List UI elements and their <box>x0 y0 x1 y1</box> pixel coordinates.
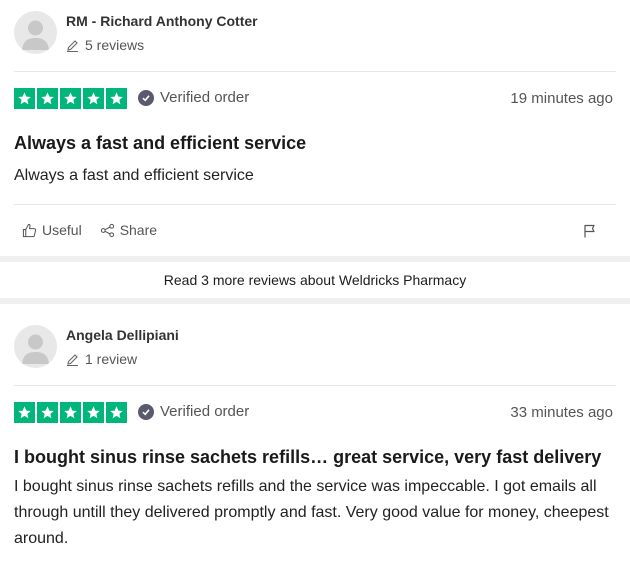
verified-badge[interactable]: Verified order <box>138 403 249 420</box>
useful-label: Useful <box>42 222 82 238</box>
star-rating <box>14 88 127 109</box>
star-icon <box>37 402 58 423</box>
check-icon <box>138 403 154 420</box>
review-title[interactable]: Always a fast and efficient service <box>14 133 616 154</box>
verified-badge[interactable]: Verified order <box>138 89 249 106</box>
check-icon <box>138 89 154 106</box>
verified-label: Verified order <box>160 403 250 420</box>
avatar-icon <box>22 20 49 50</box>
star-icon <box>106 402 127 423</box>
review-time: 19 minutes ago <box>510 90 613 107</box>
divider <box>14 385 616 386</box>
star-rating <box>14 402 127 423</box>
review-body: Always a fast and efficient service <box>14 167 254 184</box>
review-actions: Useful Share <box>22 222 157 238</box>
review-card: RM - Richard Anthony Cotter 5 reviews Ve… <box>0 0 630 256</box>
star-icon <box>60 402 81 423</box>
share-label: Share <box>119 222 158 238</box>
review-time: 33 minutes ago <box>510 404 613 421</box>
review-title[interactable]: I bought sinus rinse sachets refills… gr… <box>14 447 616 468</box>
review-count-text: 5 reviews <box>85 37 145 53</box>
avatar[interactable] <box>14 325 57 368</box>
flag-icon <box>584 224 595 238</box>
star-icon <box>106 88 127 109</box>
star-icon <box>83 88 104 109</box>
report-button[interactable] <box>583 224 596 243</box>
review-count: 1 review <box>66 351 137 367</box>
useful-button[interactable]: Useful <box>22 222 82 238</box>
pencil-icon <box>67 353 78 366</box>
star-icon <box>37 88 58 109</box>
divider <box>14 204 616 205</box>
review-count-text: 1 review <box>85 351 138 367</box>
avatar[interactable] <box>14 11 57 54</box>
review-count: 5 reviews <box>66 37 144 53</box>
thumbs-up-icon <box>22 223 37 237</box>
pencil-icon <box>67 39 78 52</box>
verified-label: Verified order <box>160 89 250 106</box>
star-icon <box>14 88 35 109</box>
reviewer-name[interactable]: Angela Dellipiani <box>66 327 179 343</box>
star-icon <box>60 88 81 109</box>
star-icon <box>83 402 104 423</box>
divider <box>14 71 616 72</box>
review-body: I bought sinus rinse sachets refills and… <box>14 478 609 547</box>
avatar-icon <box>22 334 49 364</box>
review-card: Angela Dellipiani 1 review Verified orde… <box>0 304 630 562</box>
read-more-link[interactable]: Read 3 more reviews about Weldricks Phar… <box>0 262 630 298</box>
reviewer-name[interactable]: RM - Richard Anthony Cotter <box>66 13 258 29</box>
star-icon <box>14 402 35 423</box>
share-icon <box>100 223 114 237</box>
share-button[interactable]: Share <box>100 222 157 238</box>
